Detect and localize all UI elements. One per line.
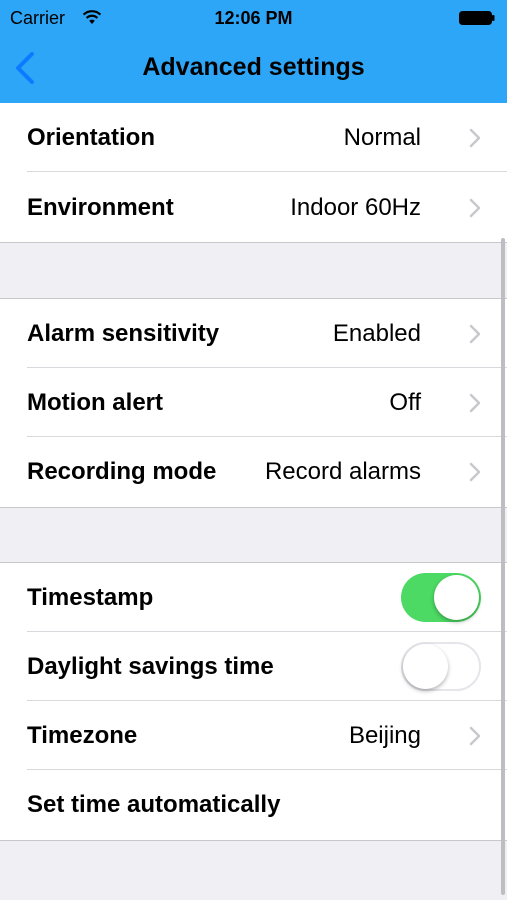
battery-icon [459,11,495,25]
set-time-automatically-row[interactable]: Set time automatically [0,770,507,839]
row-label: Recording mode [27,458,217,485]
section-separator [0,840,507,841]
chevron-right-icon [469,324,481,344]
page-title: Advanced settings [142,53,365,81]
timestamp-toggle[interactable] [401,573,481,622]
settings-section-time: Timestamp Daylight savings time Timezone… [0,563,507,840]
row-value: Off [389,389,421,416]
row-value: Normal [343,124,421,151]
chevron-right-icon [469,726,481,746]
row-label: Orientation [27,124,156,151]
row-label: Timezone [27,722,138,749]
settings-section-display: Orientation Normal Environment Indoor 60… [0,103,507,242]
settings-section-alarms: Alarm sensitivity Enabled Motion alert O… [0,299,507,507]
row-label: Environment [27,194,174,221]
toggle-knob [403,644,448,689]
toggle-knob [434,575,479,620]
environment-row[interactable]: Environment Indoor 60Hz [0,173,507,242]
status-bar: Carrier 12:06 PM [0,0,507,36]
alarm-sensitivity-row[interactable]: Alarm sensitivity Enabled [0,299,507,368]
row-value: Enabled [332,320,421,347]
row-divider [27,171,507,172]
row-label: Daylight savings time [27,653,274,680]
scrollbar[interactable] [501,238,505,895]
orientation-row[interactable]: Orientation Normal [0,103,507,172]
chevron-right-icon [469,128,481,148]
row-label: Timestamp [27,584,154,611]
row-label: Set time automatically [27,791,281,818]
row-value: Indoor 60Hz [290,194,421,221]
section-separator [0,242,507,243]
chevron-right-icon [469,393,481,413]
row-value: Record alarms [264,458,421,485]
navigation-header: Carrier 12:06 PM Advanced settings [0,0,507,103]
timestamp-row: Timestamp [0,563,507,632]
section-separator [0,507,507,508]
motion-alert-row[interactable]: Motion alert Off [0,368,507,437]
daylight-savings-row: Daylight savings time [0,632,507,701]
row-label: Motion alert [27,389,163,416]
row-value: Beijing [348,722,421,749]
daylight-savings-toggle[interactable] [401,642,481,691]
chevron-right-icon [469,198,481,218]
row-label: Alarm sensitivity [27,320,220,347]
chevron-right-icon [469,462,481,482]
timezone-row[interactable]: Timezone Beijing [0,701,507,770]
status-time: 12:06 PM [214,8,293,28]
recording-mode-row[interactable]: Recording mode Record alarms [0,437,507,506]
